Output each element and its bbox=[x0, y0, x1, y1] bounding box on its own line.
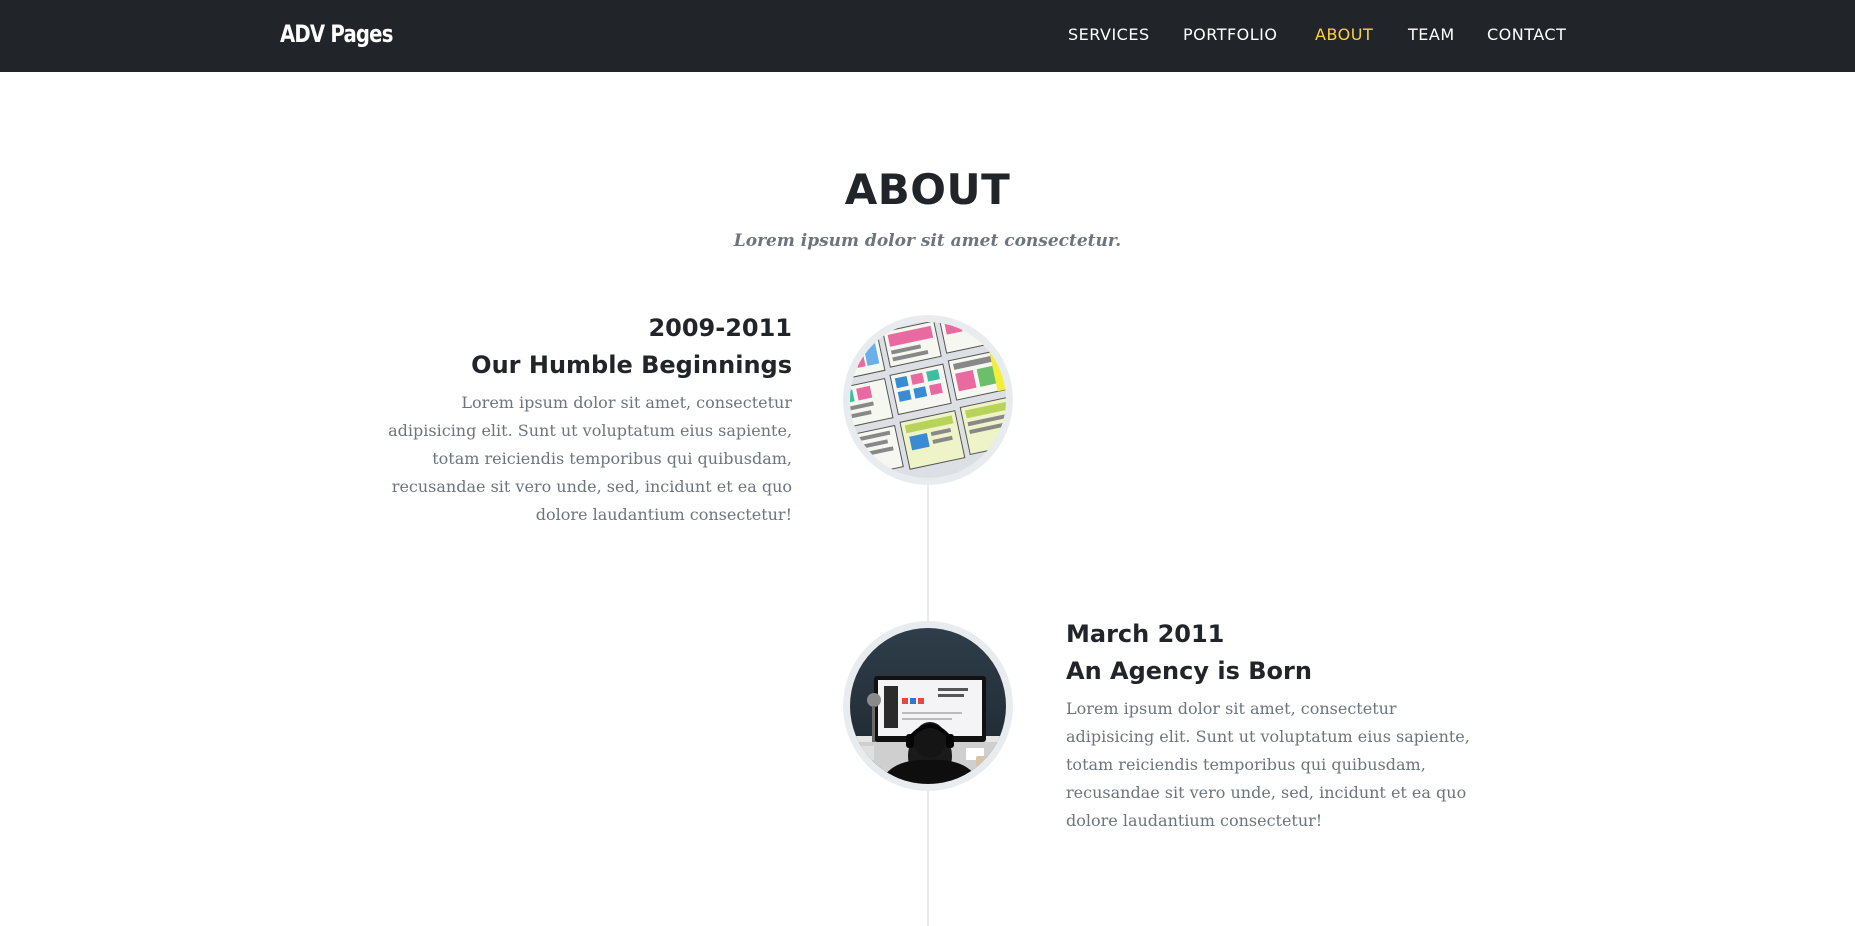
wireframe-sketches-image bbox=[843, 315, 1013, 485]
timeline-body: Lorem ipsum dolor sit amet, consectetur … bbox=[388, 393, 792, 524]
nav-link-services[interactable]: SERVICES bbox=[1068, 25, 1150, 44]
designer-at-monitor-illustration bbox=[850, 628, 1006, 784]
timeline-title: An Agency is Born bbox=[1066, 657, 1312, 685]
timeline-title: Our Humble Beginnings bbox=[471, 351, 792, 379]
designer-at-monitor-image bbox=[843, 621, 1013, 791]
navbar: ADV Pages SERVICES PORTFOLIO ABOUT TEAM … bbox=[0, 0, 1855, 72]
wireframe-sketches-illustration bbox=[850, 322, 1006, 478]
section-heading: ABOUT bbox=[844, 165, 1011, 214]
nav-link-contact[interactable]: CONTACT bbox=[1487, 25, 1566, 44]
nav-link-portfolio[interactable]: PORTFOLIO bbox=[1183, 25, 1278, 44]
nav-links: SERVICES PORTFOLIO ABOUT TEAM CONTACT bbox=[0, 25, 1855, 47]
timeline-date: March 2011 bbox=[1066, 620, 1225, 648]
nav-link-team[interactable]: TEAM bbox=[1408, 25, 1455, 44]
nav-link-about[interactable]: ABOUT bbox=[1315, 25, 1373, 44]
section-subheading: Lorem ipsum dolor sit amet consectetur. bbox=[733, 231, 1122, 251]
timeline-body: Lorem ipsum dolor sit amet, consectetur … bbox=[1066, 699, 1470, 830]
timeline-date: 2009-2011 bbox=[648, 314, 792, 342]
